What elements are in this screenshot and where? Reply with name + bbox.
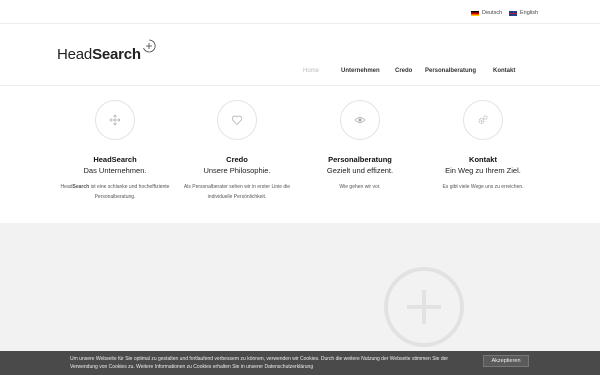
feature-headsearch[interactable]: HeadSearch Das Unternehmen. HeadSearch i… [50,100,180,202]
nav-home[interactable]: Home [303,68,319,74]
feature-text-post: ist eine schlanke und hocheffiziente Per… [89,184,170,200]
logo-text-bold: Search [92,46,141,63]
german-flag-icon [471,10,479,16]
feature-title: HeadSearch [93,155,137,164]
feature-subtitle: Ein Weg zu Ihrem Ziel. [445,166,521,175]
feature-icon-circle [340,100,380,140]
features-section: HeadSearch Das Unternehmen. HeadSearch i… [0,100,600,223]
feature-title: Personalberatung [328,155,392,164]
gears-icon [478,115,488,124]
feature-kontakt[interactable]: Kontakt Ein Weg zu Ihrem Ziel. Es gibt v… [418,100,548,193]
nav-unternehmen[interactable]: Unternehmen [341,68,380,74]
feature-title: Kontakt [469,155,497,164]
feature-text: Als Personalberater sehen wir in erster … [183,184,291,200]
language-label: Deutsch [482,10,503,16]
logo-text-light: Head [57,46,93,63]
nav-credo[interactable]: Credo [395,68,412,74]
language-deutsch[interactable]: Deutsch [471,10,502,16]
decorative-plus-icon [384,267,464,347]
feature-subtitle: Gezielt und effizent. [326,166,394,175]
nav-personalberatung[interactable]: Personalberatung [425,68,476,74]
feature-subtitle: Unsere Philosophie. [203,166,271,175]
site-header: HeadSearch Home Unternehmen Credo Person… [0,24,600,86]
feature-credo[interactable]: Credo Unsere Philosophie. Als Personalbe… [172,100,302,202]
feature-text-bold: Search [72,184,90,190]
feature-text-pre: Head [60,184,73,190]
accept-cookies-button[interactable]: Akzeptieren [483,355,529,367]
nav-kontakt[interactable]: Kontakt [493,68,515,74]
feature-subtitle: Das Unternehmen. [83,166,147,175]
feature-text: Wie gehen wir vor. [339,184,381,190]
move-arrows-icon [109,114,121,126]
cookie-text: Um unsere Webseite für Sie optimal zu ge… [70,356,449,370]
feature-icon-circle [217,100,257,140]
feature-icon-circle [463,100,503,140]
cookie-banner: Um unsere Webseite für Sie optimal zu ge… [0,351,600,375]
logo[interactable]: HeadSearch [57,46,141,63]
top-bar: Deutsch English [0,0,600,24]
heart-icon [231,115,243,125]
language-label: English [520,10,539,16]
feature-icon-circle [95,100,135,140]
feature-text: Es gibt viele Wege uns zu erreichen. [442,184,524,190]
feature-text: HeadSearch ist eine schlanke und hocheff… [50,183,180,202]
eye-icon [354,117,366,123]
gray-section [0,223,600,352]
logo-plus-icon [143,39,156,53]
uk-flag-icon [509,10,517,16]
feature-personalberatung[interactable]: Personalberatung Gezielt und effizent. W… [295,100,425,193]
language-english[interactable]: English [509,10,538,16]
feature-title: Credo [226,155,248,164]
